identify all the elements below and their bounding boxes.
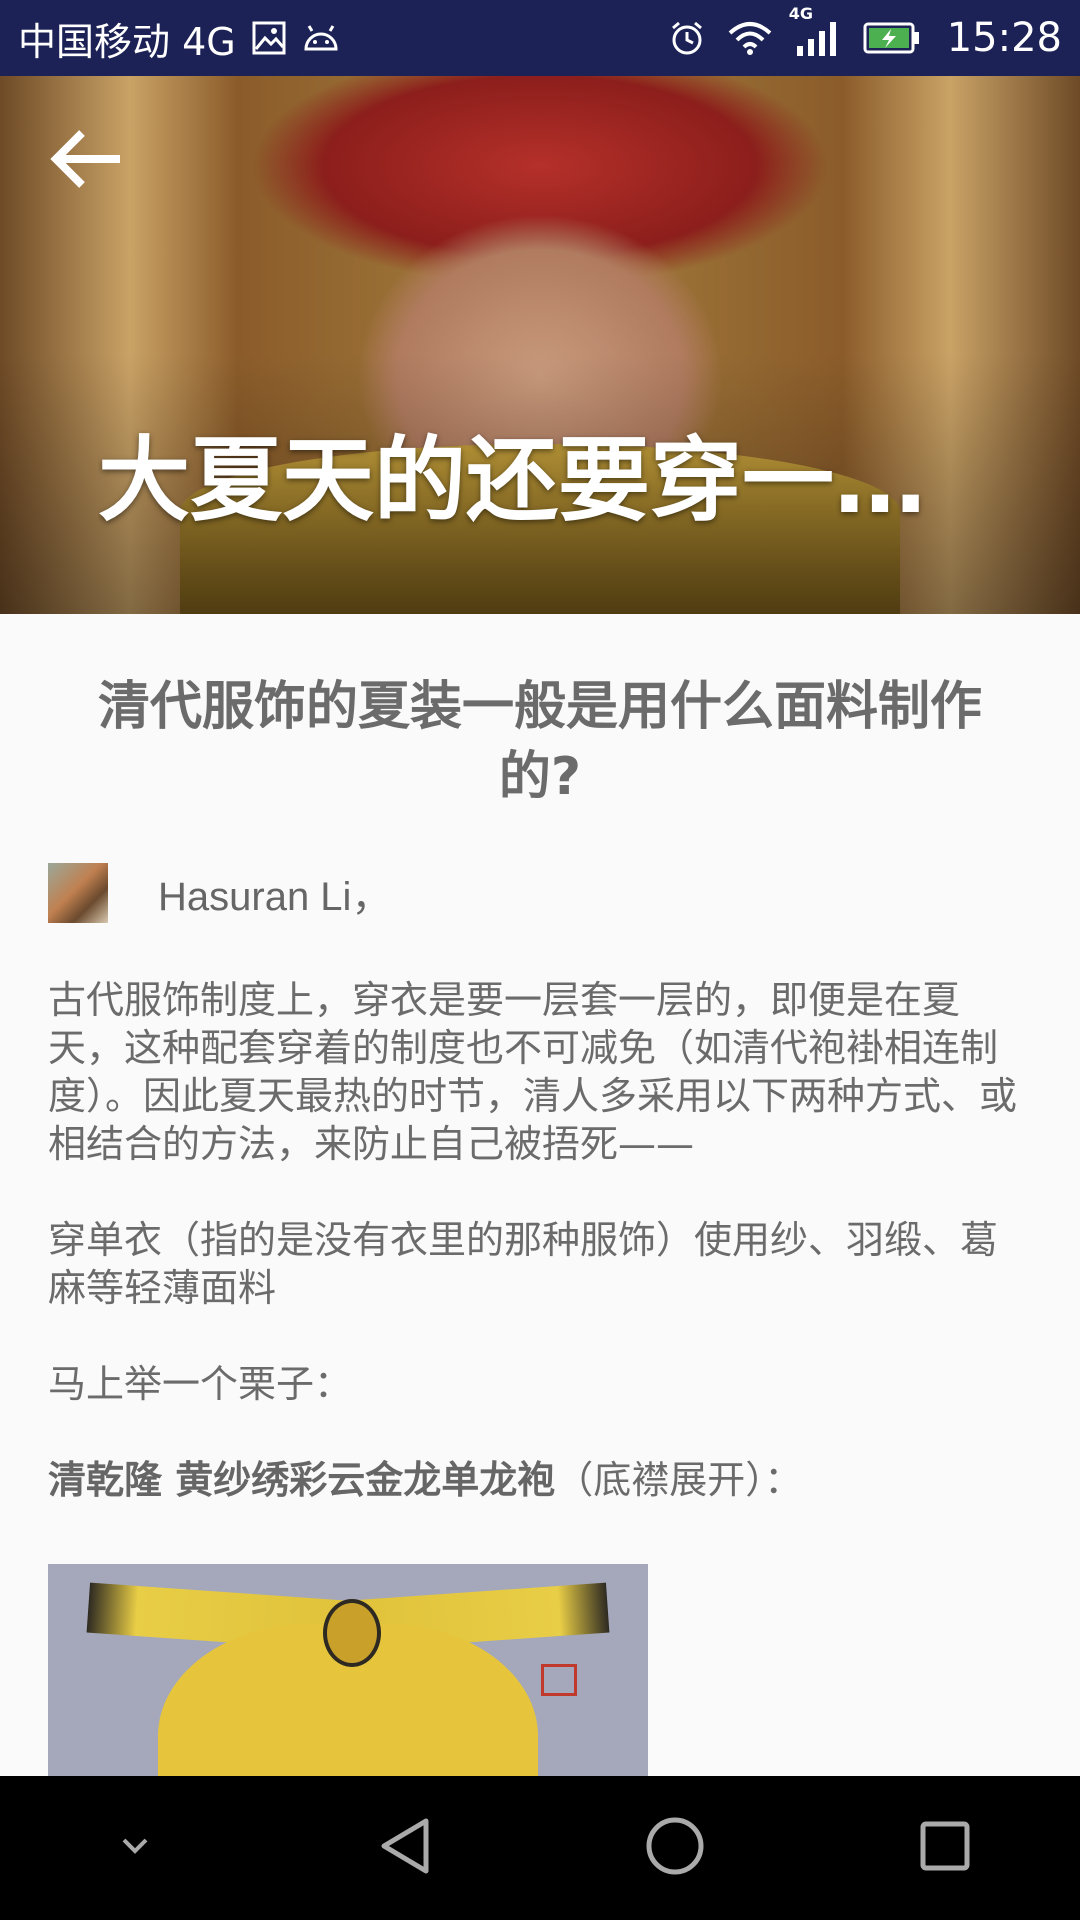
hero-image: 大夏天的还要穿一… [0, 76, 1080, 614]
author-row[interactable]: Hasuran Li， [48, 862, 1032, 924]
answer-paragraph: 马上举一个栗子： [48, 1362, 353, 1406]
navigation-bar [0, 1776, 1080, 1920]
robe-photo[interactable] [48, 1564, 648, 1776]
question-title: 清代服饰的夏装一般是用什么面料制作的? [97, 677, 982, 807]
bold-text: 清乾隆 黄纱绣彩云金龙单龙袍 [48, 1458, 556, 1502]
battery-charging-icon [863, 22, 921, 54]
status-bar-right: 4G 15:28 [669, 4, 1062, 61]
answer-paragraph: 清乾隆 黄纱绣彩云金龙单龙袍（底襟展开）： [48, 1456, 1032, 1504]
status-bar-left: 中国移动 4G [18, 11, 340, 66]
clock-time: 15:28 [946, 15, 1062, 61]
wifi-icon [727, 21, 773, 55]
collapse-chevron-icon [120, 1836, 150, 1860]
signal-icon: 4G [789, 4, 841, 58]
collapse-button[interactable] [75, 1788, 195, 1908]
nav-back-button[interactable] [345, 1788, 465, 1908]
image-icon [252, 21, 286, 55]
hero-title: 大夏天的还要穿一… [98, 427, 927, 534]
article-content[interactable]: 清代服饰的夏装一般是用什么面料制作的? Hasuran Li， 古代服饰制度上，… [0, 614, 1080, 1776]
status-bar: 中国移动 4G 4G 15:28 [0, 0, 1080, 76]
carrier-label: 中国移动 4G [18, 19, 236, 64]
seal-stamp [541, 1664, 577, 1696]
avatar[interactable] [48, 863, 108, 923]
alarm-icon [669, 20, 705, 56]
paragraph-text: （底襟展开）： [555, 1458, 803, 1502]
android-icon [302, 23, 340, 53]
home-circle-icon [645, 1816, 705, 1880]
answer-paragraph: 古代服饰制度上，穿衣是要一层套一层的，即便是在夏天，这种配套穿着的制度也不可减免… [48, 978, 1018, 1166]
author-name[interactable]: Hasuran Li， [158, 864, 391, 922]
network-badge: 4G [788, 4, 813, 23]
robe-shape [323, 1599, 381, 1667]
nav-recents-button[interactable] [885, 1788, 1005, 1908]
back-triangle-icon [378, 1817, 432, 1879]
arrow-left-icon [50, 129, 124, 193]
nav-home-button[interactable] [615, 1788, 735, 1908]
recents-square-icon [919, 1820, 971, 1876]
answer-paragraph: 穿单衣（指的是没有衣里的那种服饰）使用纱、羽缎、葛麻等轻薄面料 [48, 1218, 999, 1310]
back-button[interactable] [44, 118, 130, 204]
